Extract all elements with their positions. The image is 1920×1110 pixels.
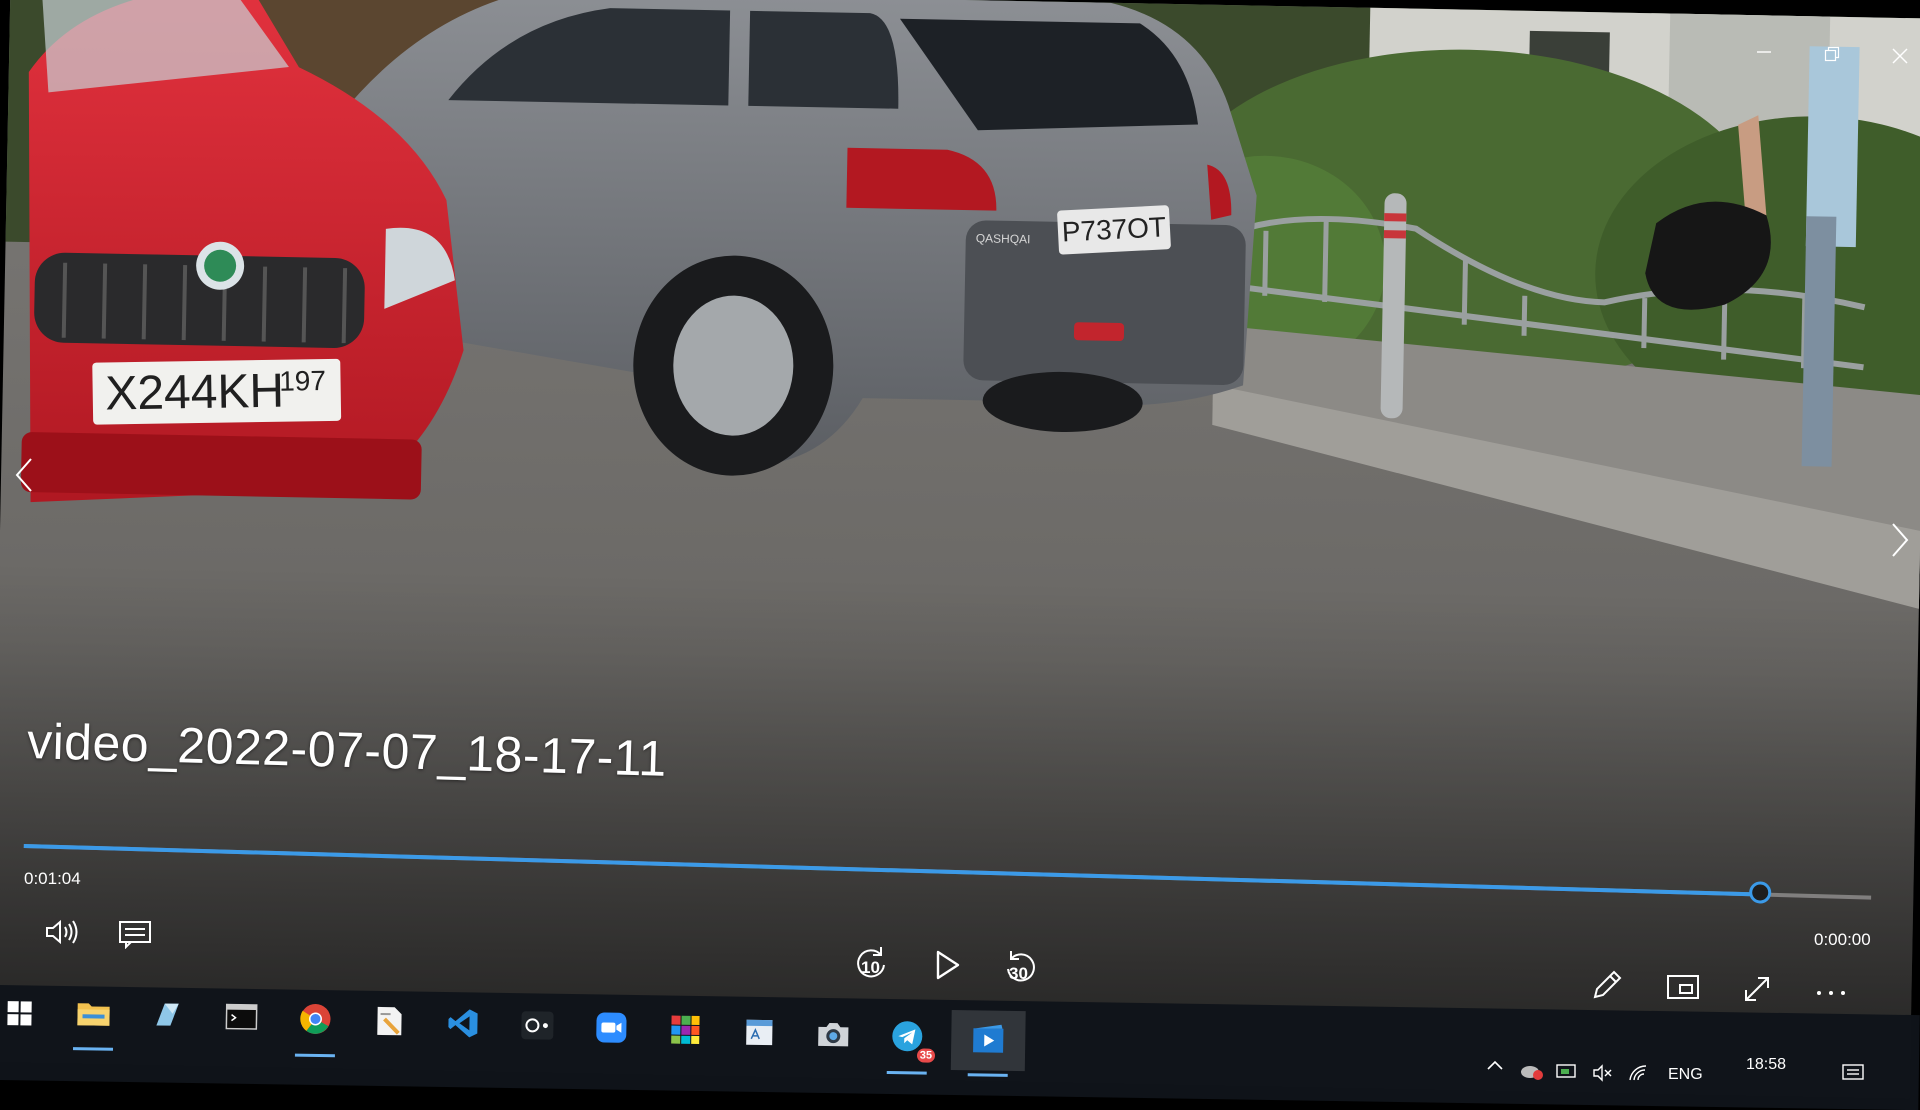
skip-back-label: 10 [861,958,880,977]
taskbar-zoom[interactable] [581,999,642,1060]
start-icon [6,1000,32,1031]
zoom-icon [595,1011,628,1048]
chrome-icon [298,1001,333,1041]
tray-wifi[interactable] [1628,1064,1650,1087]
taskbar-movies-tv[interactable] [950,1009,1026,1077]
close-button[interactable] [1870,38,1920,78]
left-car-plate-text: X244KH [105,365,285,421]
tray-network-monitor[interactable] [1556,1064,1578,1087]
document-viewer-icon [744,1016,775,1051]
volume-muted-icon [1592,1064,1614,1086]
taskbar-vscode[interactable] [433,995,494,1056]
chevron-right-icon [1890,522,1910,563]
more-options-button[interactable] [1808,970,1854,1016]
tray-clock[interactable]: 18:58 [1746,1056,1786,1074]
video-scene-image: P737OT QASHQAI X244KH 197 [0,0,1920,1099]
active-indicator [886,1070,927,1075]
taskbar-obs[interactable] [507,997,568,1058]
remaining-time: 0:00:00 [1814,930,1871,949]
terminal-icon [225,1003,258,1034]
chevron-left-icon [14,457,34,498]
active-indicator [967,1073,1008,1077]
chevron-up-icon [1486,1058,1504,1075]
next-video-button[interactable] [1880,512,1920,572]
store-grid-icon [669,1013,702,1050]
tray-app-status[interactable] [1520,1062,1544,1085]
taskbar-telegram[interactable]: 35 [877,1008,938,1075]
right-car-badge-text: QASHQAI [976,231,1031,246]
start-button[interactable] [0,985,50,1046]
mini-view-button[interactable] [1660,964,1706,1010]
movies-tv-icon [971,1022,1006,1060]
taskbar-terminal[interactable] [211,988,272,1049]
captions-button[interactable] [112,914,158,954]
file-explorer-icon [76,998,111,1032]
fullscreen-icon [1741,973,1773,1005]
cloud-error-icon [1520,1066,1544,1084]
pencil-icon [1590,968,1624,1002]
telegram-unread-badge: 35 [916,1048,936,1063]
seek-thumb[interactable] [1748,881,1772,904]
monitor-icon [1556,1064,1578,1086]
taskbar-document-viewer[interactable] [729,1003,790,1064]
active-indicator [294,1053,335,1058]
taskbar-camera[interactable] [803,1006,864,1067]
wifi-icon [1628,1065,1650,1086]
minimize-button[interactable] [1734,34,1794,74]
previous-video-button[interactable] [4,447,44,507]
right-car-plate-text: P737OT [1061,211,1167,247]
show-hidden-icons-button[interactable] [1486,1058,1504,1076]
skip-forward-label: 30 [1009,964,1028,983]
left-car-region-text: 197 [279,365,326,397]
taskbar-crystal-app[interactable] [137,986,198,1047]
action-center-button[interactable] [1842,1064,1864,1085]
vscode-icon [447,1007,480,1044]
edit-button[interactable] [1584,962,1630,1008]
more-options-icon [1815,988,1847,998]
volume-button[interactable] [38,912,84,952]
tray-language[interactable]: ENG [1668,1066,1703,1084]
active-indicator [72,1047,114,1051]
play-icon [933,949,961,981]
notifications-icon [1842,1064,1864,1084]
captions-icon [118,919,152,949]
taskbar-store-grid[interactable] [655,1001,716,1062]
elapsed-time: 0:01:04 [24,869,81,888]
speaker-volume-icon [43,917,79,947]
video-frame[interactable]: P737OT QASHQAI X244KH 197 [0,0,1920,1099]
tray-volume-muted[interactable] [1592,1064,1614,1087]
fullscreen-button[interactable] [1734,966,1780,1012]
restore-icon [1824,46,1840,67]
minimize-icon [1756,44,1772,65]
close-icon [1892,48,1908,69]
notes-icon [374,1004,405,1041]
mini-view-icon [1666,973,1700,1001]
play-button[interactable] [922,940,972,990]
skip-back-button[interactable]: 10 [846,938,896,988]
taskbar-chrome[interactable] [285,990,346,1058]
skip-forward-button[interactable]: 30 [996,942,1046,992]
obs-icon [520,1010,555,1046]
app-crystal-icon [152,999,183,1034]
taskbar-file-explorer[interactable] [63,984,124,1051]
camera-icon [816,1019,851,1053]
restore-button[interactable] [1802,36,1862,76]
taskbar-notes[interactable] [359,993,420,1054]
